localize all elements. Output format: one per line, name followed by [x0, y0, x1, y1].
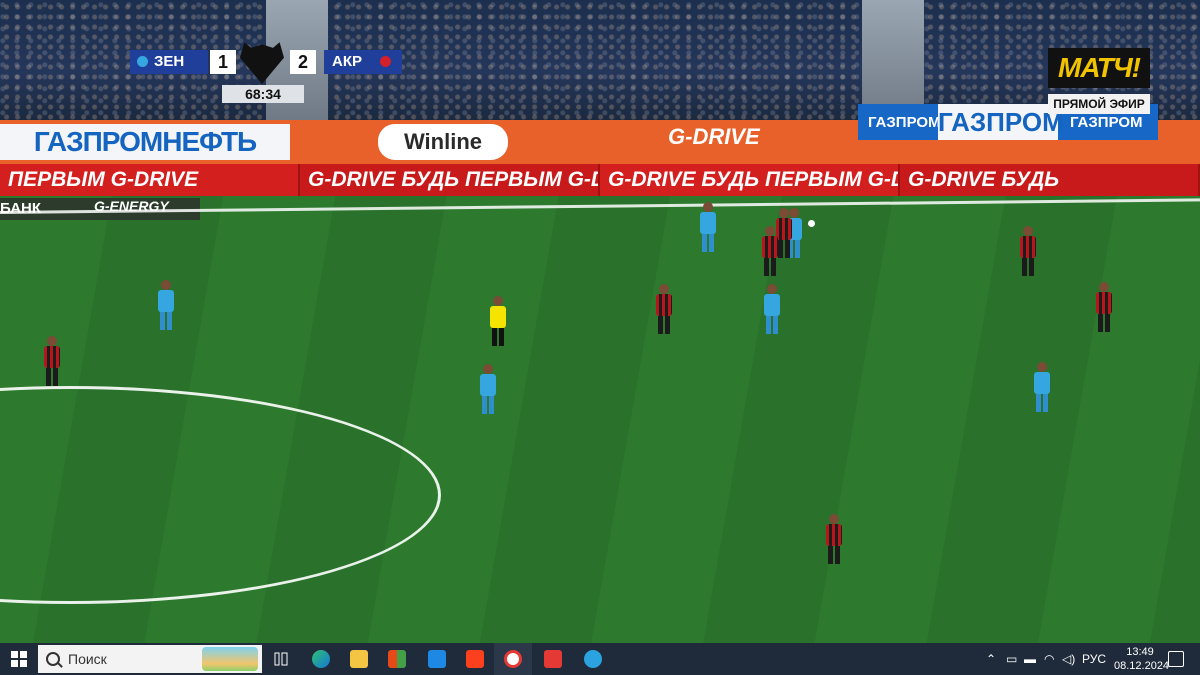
tray-network-device-icon[interactable]: ▭ [1006, 643, 1017, 675]
away-score: 2 [290, 50, 316, 74]
home-team-name: ЗЕН [154, 53, 185, 70]
away-team-box: АКР [324, 50, 402, 74]
player-zenit [764, 284, 780, 334]
player-akron [1020, 226, 1036, 276]
led-segment: G-DRIVE БУДЬ [900, 164, 1200, 196]
battery-icon[interactable]: ▬ [1024, 643, 1036, 675]
scoreboard: ЗЕН 1 2 АКР [130, 42, 402, 84]
led-segment: G-DRIVE БУДЬ ПЕРВЫМ G-DRIVE [600, 164, 900, 196]
wps-icon [544, 650, 562, 668]
tray-overflow-chevron-icon[interactable]: ⌃ [986, 643, 996, 675]
taskbar-app-yandex[interactable] [456, 643, 494, 675]
windows-taskbar: Поиск ⌃ ▭ ▬ ◠ ◁) РУС 13:49 08.12.2024 [0, 643, 1200, 675]
channel-logo: МАТЧ! [1048, 48, 1150, 88]
taskbar-search[interactable]: Поиск [38, 645, 262, 673]
ad-winline: Winline [378, 124, 508, 160]
start-button[interactable] [0, 643, 38, 675]
live-label: ПРЯМОЙ ЭФИР [1048, 94, 1150, 114]
search-placeholder: Поиск [68, 651, 107, 667]
store-icon [388, 650, 406, 668]
ball [808, 220, 815, 227]
taskbar-app-mail[interactable] [418, 643, 456, 675]
player-zenit [480, 364, 496, 414]
taskbar-app-explorer[interactable] [340, 643, 378, 675]
mail-icon [428, 650, 446, 668]
volume-icon[interactable]: ◁) [1062, 643, 1075, 675]
player-zenit [1034, 362, 1050, 412]
language-indicator[interactable]: РУС [1082, 643, 1106, 675]
clock-date: 08.12.2024 [1114, 660, 1170, 672]
player-zenit [158, 280, 174, 330]
home-team-badge-icon [137, 56, 148, 67]
led-advertising-strip: ПЕРВЫМ G-DRIVE G-DRIVE БУДЬ ПЕРВЫМ G-DRI… [0, 164, 1200, 196]
taskbar-app-yandex-browser[interactable] [494, 643, 532, 675]
player-akron [44, 336, 60, 386]
task-view-button[interactable] [262, 643, 300, 675]
taskbar-clock[interactable]: 13:49 08.12.2024 [1114, 645, 1170, 673]
ad-gdrive: G-DRIVE [668, 124, 760, 149]
start-icon [11, 651, 27, 667]
yandex-icon [466, 650, 484, 668]
clock-time: 13:49 [1126, 646, 1154, 658]
home-team-box: ЗЕН [130, 50, 208, 74]
player-akron [826, 514, 842, 564]
player-akron [776, 208, 792, 258]
away-team-name: АКР [332, 53, 362, 70]
telegram-icon [584, 650, 602, 668]
led-segment: G-DRIVE БУДЬ ПЕРВЫМ G-DRIVE [300, 164, 600, 196]
ad-bank-label: БАНК [0, 200, 42, 217]
ad-gazprom-big: ГАЗПРОМ [938, 104, 1064, 140]
task-view-icon [274, 652, 288, 666]
led-segment: ПЕРВЫМ G-DRIVE [0, 164, 300, 196]
search-highlight-image [202, 647, 258, 671]
away-team-badge-icon [380, 56, 391, 67]
taskbar-app-wps[interactable] [534, 643, 572, 675]
notification-center-icon[interactable] [1168, 651, 1184, 667]
yandex-browser-icon [504, 650, 522, 668]
referee [490, 296, 506, 346]
ad-gazprom-small: ГАЗПРОМ [868, 114, 941, 131]
taskbar-app-edge[interactable] [302, 643, 340, 675]
taskbar-app-telegram[interactable] [574, 643, 612, 675]
wifi-icon[interactable]: ◠ [1044, 643, 1054, 675]
ad-gazprom-small-right: ГАЗПРОМ [1070, 114, 1143, 131]
taskbar-app-store[interactable] [378, 643, 416, 675]
stand-stairway [862, 0, 924, 120]
player-akron [656, 284, 672, 334]
player-akron [1096, 282, 1112, 332]
search-icon [46, 652, 60, 666]
ad-gazprom-neft: ГАЗПРОМНЕФТЬ [0, 124, 290, 160]
file-explorer-icon [350, 650, 368, 668]
video-frame: ГАЗПРОМНЕФТЬ Winline G-DRIVE ГАЗПРОМ ГАЗ… [0, 0, 1200, 643]
match-clock: 68:34 [222, 85, 304, 103]
edge-icon [312, 650, 330, 668]
player-zenit [700, 202, 716, 252]
player-akron [762, 226, 778, 276]
home-score: 1 [210, 50, 236, 74]
